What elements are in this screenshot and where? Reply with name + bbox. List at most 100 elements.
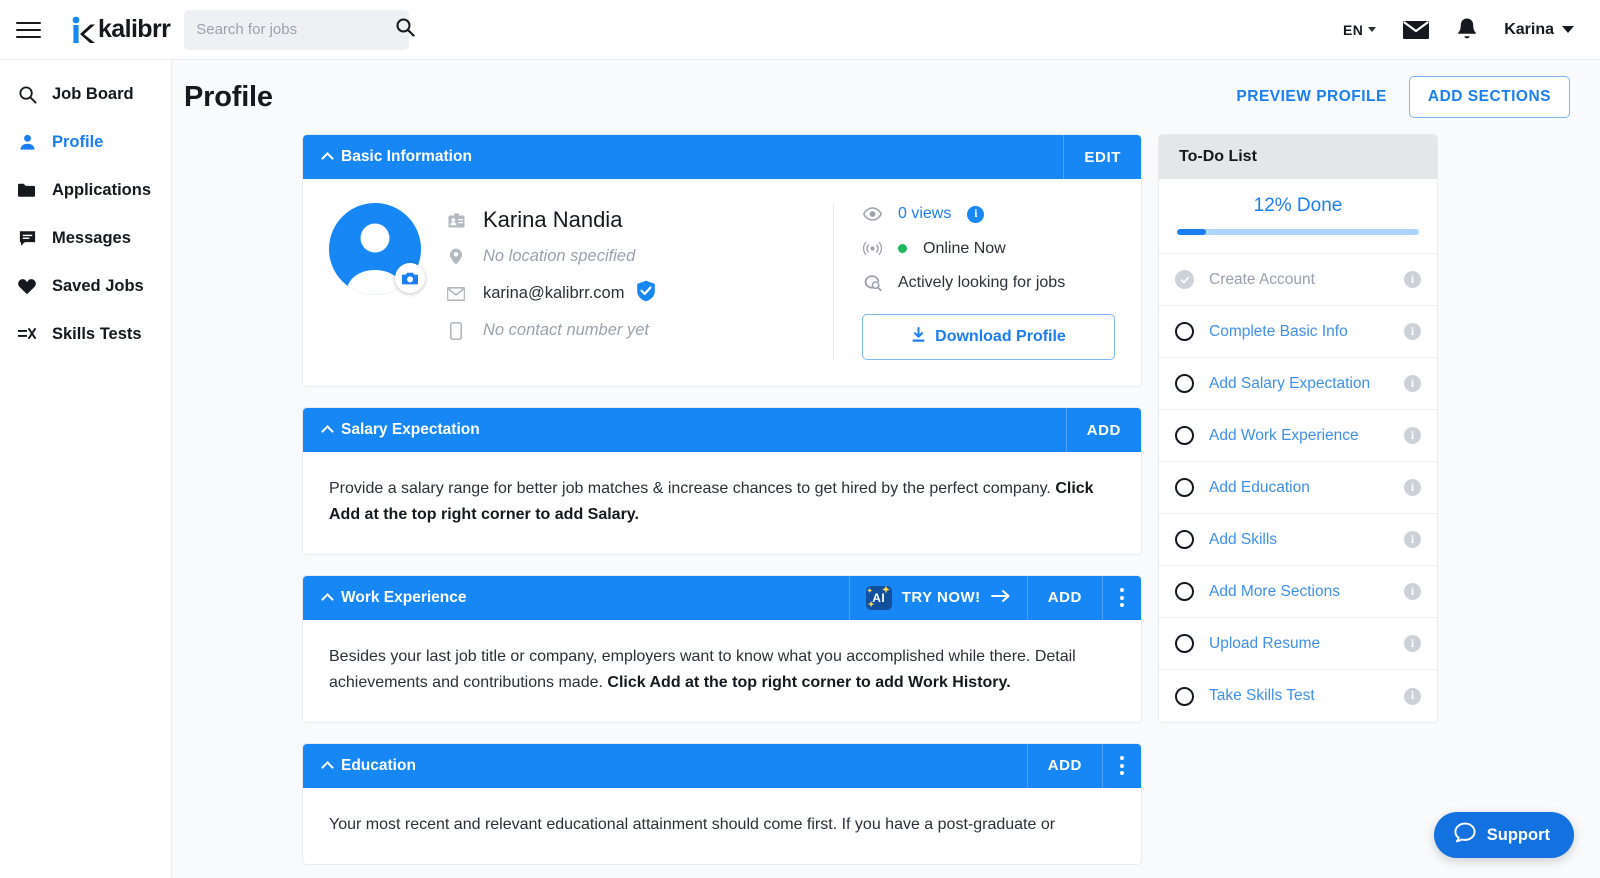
preview-profile-button[interactable]: PREVIEW PROFILE (1236, 88, 1386, 106)
download-icon (911, 327, 926, 348)
notifications-bell-icon[interactable] (1456, 17, 1478, 42)
views-row: 0 views i (862, 205, 1115, 223)
checkbox-circle-icon[interactable] (1175, 478, 1194, 497)
sidebar-item-messages[interactable]: Messages (0, 214, 171, 262)
location-pin-icon (447, 248, 465, 265)
checkbox-circle-icon[interactable] (1175, 530, 1194, 549)
todo-item-info-icon[interactable]: i (1404, 531, 1421, 548)
todo-item[interactable]: Add Work Experience i (1159, 410, 1437, 462)
checkbox-circle-icon[interactable] (1175, 374, 1194, 393)
todo-item-info-icon[interactable]: i (1404, 375, 1421, 392)
username-label: Karina (1504, 21, 1554, 39)
education-header: Education ADD (303, 744, 1141, 788)
checkbox-circle-icon[interactable] (1175, 322, 1194, 341)
todo-item[interactable]: Add Salary Expectation i (1159, 358, 1437, 410)
salary-expectation-card: Salary Expectation ADD Provide a salary … (302, 407, 1142, 555)
todo-item[interactable]: Upload Resumei (1159, 618, 1437, 670)
sidebar-item-saved-jobs[interactable]: Saved Jobs (0, 262, 171, 310)
add-work-experience-button[interactable]: ADD (1027, 576, 1102, 620)
todo-items-list: Create AccountiComplete Basic InfoiAdd S… (1159, 254, 1437, 722)
kalibrr-logo[interactable]: kalibrr (70, 15, 170, 45)
checkbox-circle-icon[interactable] (1175, 582, 1194, 601)
support-button[interactable]: Support (1434, 812, 1574, 858)
todo-item[interactable]: Complete Basic Info i (1159, 306, 1437, 358)
search-input[interactable] (196, 21, 395, 38)
education-more-options-icon[interactable] (1102, 744, 1141, 788)
todo-item-info-icon[interactable]: i (1404, 427, 1421, 444)
job-search-icon (862, 274, 882, 292)
chevron-down-icon (1368, 27, 1376, 32)
sparkle-icon: ✦ (867, 588, 873, 595)
sidebar-item-applications[interactable]: Applications (0, 166, 171, 214)
checkbox-circle-icon[interactable] (1175, 634, 1194, 653)
id-card-icon (447, 213, 465, 228)
profile-stats-panel: 0 views i (833, 203, 1115, 360)
todo-item-info-icon[interactable]: i (1404, 635, 1421, 652)
todo-item-label: Add Salary Expectation (1209, 375, 1389, 393)
sidebar-item-job-board[interactable]: Job Board (0, 70, 171, 118)
section-title-row[interactable]: Education (303, 744, 1027, 788)
top-navigation-bar: kalibrr EN Karina (0, 0, 1600, 60)
chevron-down-icon (1562, 26, 1574, 33)
section-title-row[interactable]: Salary Expectation (303, 408, 1066, 452)
contact-row: No contact number yet (447, 321, 656, 340)
education-body: Your most recent and relevant educationa… (303, 788, 1141, 864)
ai-try-now-button[interactable]: AI ✦ ✦ ✦ TRY NOW! (849, 576, 1027, 620)
todo-item-label: Add Work Experience (1209, 427, 1389, 445)
chevron-up-icon[interactable] (321, 425, 334, 438)
kalibrr-mark-icon (70, 15, 96, 45)
job-search-box[interactable] (184, 10, 409, 50)
sidebar-item-label: Job Board (52, 85, 134, 104)
user-menu[interactable]: Karina (1504, 21, 1574, 39)
todo-item-info-icon[interactable]: i (1404, 688, 1421, 705)
sidebar-item-profile[interactable]: Profile (0, 118, 171, 166)
todo-item-info-icon[interactable]: i (1404, 583, 1421, 600)
support-label: Support (1487, 826, 1550, 845)
hamburger-menu-icon[interactable] (16, 15, 46, 45)
todo-item-info-icon[interactable]: i (1404, 323, 1421, 340)
section-title-row[interactable]: Basic Information (303, 135, 1063, 179)
add-sections-button[interactable]: ADD SECTIONS (1409, 76, 1570, 118)
sidebar-item-skills-tests[interactable]: Skills Tests (0, 310, 171, 358)
todo-item[interactable]: Take Skills Testi (1159, 670, 1437, 722)
sidebar-navigation: Job Board Profile Applications Messages (0, 60, 172, 878)
checkbox-circle-icon[interactable] (1175, 426, 1194, 445)
todo-item-info-icon[interactable]: i (1404, 271, 1421, 288)
todo-progress-section: 12% Done (1159, 179, 1437, 254)
checkbox-circle-icon[interactable] (1175, 687, 1194, 706)
camera-upload-icon[interactable] (395, 263, 425, 293)
basic-information-card: Basic Information EDIT (302, 134, 1142, 387)
search-icon[interactable] (395, 17, 415, 42)
section-title-row[interactable]: Work Experience (303, 576, 849, 620)
profile-location: No location specified (483, 247, 635, 266)
edit-basic-information-button[interactable]: EDIT (1063, 135, 1141, 179)
add-education-button[interactable]: ADD (1027, 744, 1102, 788)
sidebar-item-label: Messages (52, 229, 131, 248)
download-profile-button[interactable]: Download Profile (862, 314, 1115, 360)
todo-item[interactable]: Add Educationi (1159, 462, 1437, 514)
views-count[interactable]: 0 views (898, 205, 951, 223)
profile-sections-column: Basic Information EDIT (302, 134, 1142, 878)
check-circle-icon (1175, 270, 1194, 289)
todo-item[interactable]: Add More Sectionsi (1159, 566, 1437, 618)
todo-item-info-icon[interactable]: i (1404, 479, 1421, 496)
phone-icon (447, 322, 465, 340)
add-salary-button[interactable]: ADD (1066, 408, 1141, 452)
basic-information-body: Karina Nandia No loca (303, 179, 1141, 386)
chevron-up-icon[interactable] (321, 152, 334, 165)
todo-item-label: Complete Basic Info (1209, 323, 1389, 341)
work-experience-more-options-icon[interactable] (1102, 576, 1141, 620)
basic-information-header: Basic Information EDIT (303, 135, 1141, 179)
todo-item[interactable]: Add Skillsi (1159, 514, 1437, 566)
chevron-up-icon[interactable] (321, 761, 334, 774)
work-text-bold: Click Add at the top right corner to add… (607, 674, 1010, 691)
views-info-icon[interactable]: i (967, 206, 984, 223)
todo-item[interactable]: Create Accounti (1159, 254, 1437, 306)
arrow-right-icon (991, 589, 1011, 607)
messages-envelope-icon[interactable] (1402, 19, 1430, 41)
chevron-up-icon[interactable] (321, 593, 334, 606)
salary-expectation-body: Provide a salary range for better job ma… (303, 452, 1141, 554)
folder-icon (16, 179, 38, 201)
language-selector[interactable]: EN (1343, 22, 1376, 38)
todo-progress-bar (1177, 229, 1419, 235)
